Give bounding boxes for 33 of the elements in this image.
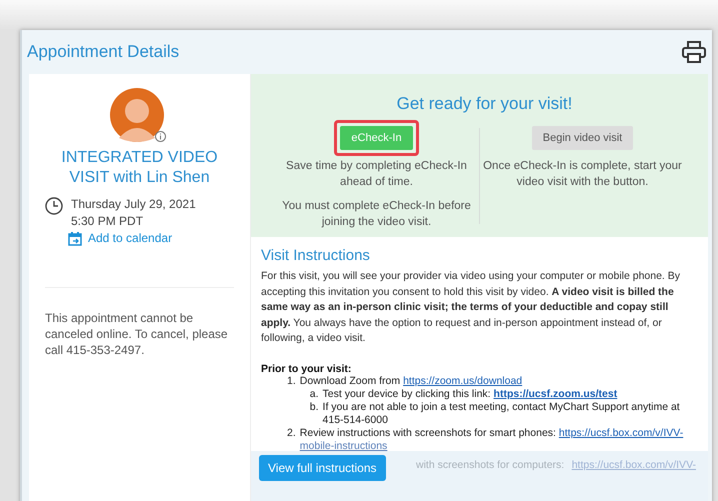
page-title: Appointment Details (27, 42, 180, 62)
visit-title: INTEGRATED VIDEO VISIT with Lin Shen (60, 148, 219, 188)
info-icon[interactable] (154, 131, 166, 142)
link[interactable]: https://ucsf.box.com/v/IVV- (558, 426, 684, 438)
view-full-instructions-button[interactable]: View full instructions (259, 455, 386, 481)
checkin-heading: Get ready for your visit! (396, 94, 574, 114)
list-item-text: Download Zoom from (300, 374, 400, 386)
clock-icon (45, 197, 63, 215)
visit-date: Thursday July 29, 2021 (71, 196, 196, 213)
link[interactable]: https://ucsf.zoom.us/test (494, 388, 618, 400)
step-button[interactable]: eCheck-In (340, 126, 413, 150)
calendar-icon (68, 232, 82, 246)
list-number: 2. (287, 426, 296, 440)
avatar (110, 88, 164, 142)
list-item-text: with screenshots for computers: (416, 459, 564, 471)
list-number: 1. (287, 374, 296, 388)
step-note: Save time by completing eCheck-In ahead of time. (285, 159, 468, 190)
step-note: Once eCheck-In is complete, start your video visit with the button. (482, 159, 683, 190)
step-note: You must complete eCheck-In before joining the video visit. (281, 199, 472, 230)
cancel-note: This appointment cannot be canceled online. To cancel, please call 415-353-2497. (45, 310, 229, 358)
link[interactable]: mobile-instructions (300, 440, 388, 452)
add-to-calendar-link[interactable]: Add to calendar (88, 230, 172, 247)
prior-heading: Prior to your visit: (261, 362, 352, 374)
instructions-text: For this visit, you will see your provider via video using your computer or mobile phone. By accepting this invitation you consent to hold this visit by video. A video visit is billed the same way as an in-person clinic visit; the terms of your deductible and copay still apply. You always have the option to request and in-person appointment instead of, or following, a video visit. (261, 269, 682, 346)
link[interactable]: https://zoom.us/download (403, 374, 522, 386)
list-letter: a. (310, 388, 319, 400)
visit-time: 5:30 PM PDT (71, 213, 144, 230)
list-letter: b. (310, 400, 319, 414)
instructions-heading: Visit Instructions (261, 247, 371, 264)
list-item-text: If you are not able to join a test meeting, contact MyChart Support anytime at 415-514-6000 (322, 400, 680, 426)
list-item-text: Review instructions with screenshots for smart phones: (300, 426, 556, 438)
print-icon[interactable] (682, 41, 706, 63)
list-item-text: Test your device by clicking this link: (322, 388, 491, 400)
